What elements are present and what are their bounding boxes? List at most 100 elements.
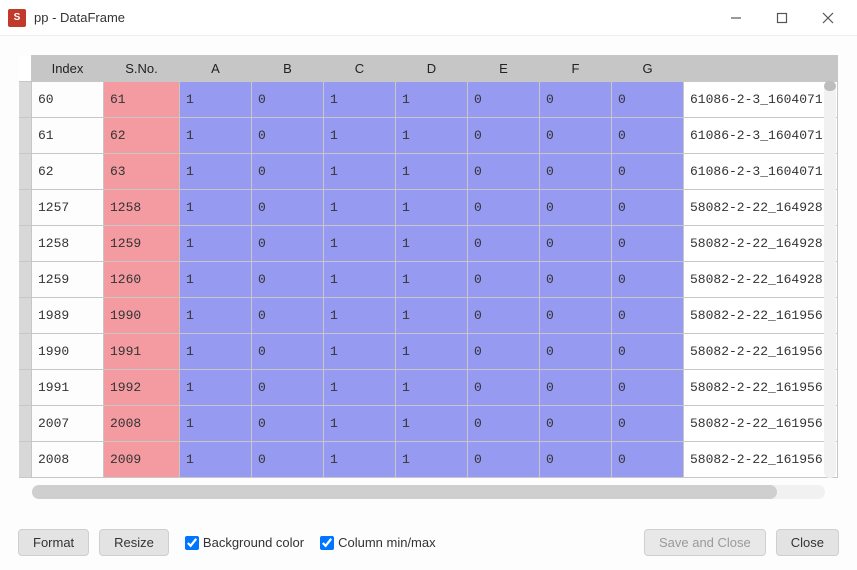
column-minmax-checkbox[interactable]: Column min/max bbox=[320, 535, 436, 550]
close-button[interactable]: Close bbox=[776, 529, 839, 556]
cell[interactable]: 1990 bbox=[32, 334, 104, 370]
table-row[interactable]: 6263101100061086-2-3_1604071 bbox=[19, 154, 838, 190]
cell[interactable]: 0 bbox=[612, 226, 684, 262]
table-row[interactable]: 12591260101100058082-2-22_164928 bbox=[19, 262, 838, 298]
cell[interactable]: 0 bbox=[468, 406, 540, 442]
column-header[interactable]: B bbox=[252, 56, 324, 82]
cell[interactable]: 0 bbox=[468, 82, 540, 118]
cell[interactable]: 1259 bbox=[104, 226, 180, 262]
cell[interactable]: 0 bbox=[468, 298, 540, 334]
cell[interactable]: 0 bbox=[540, 226, 612, 262]
cell[interactable]: 58082-2-22_164928 bbox=[684, 190, 838, 226]
cell[interactable]: 0 bbox=[468, 226, 540, 262]
cell[interactable]: 61086-2-3_1604071 bbox=[684, 118, 838, 154]
cell[interactable]: 1 bbox=[324, 226, 396, 262]
vertical-scrollbar[interactable] bbox=[822, 55, 838, 478]
cell[interactable]: 1 bbox=[396, 154, 468, 190]
cell[interactable]: 1 bbox=[180, 370, 252, 406]
cell[interactable]: 1 bbox=[180, 82, 252, 118]
cell[interactable]: 1 bbox=[324, 334, 396, 370]
cell[interactable]: 1 bbox=[180, 334, 252, 370]
cell[interactable]: 0 bbox=[252, 190, 324, 226]
table-row[interactable]: 20082009101100058082-2-22_161956 bbox=[19, 442, 838, 478]
cell[interactable]: 1 bbox=[324, 118, 396, 154]
resize-button[interactable]: Resize bbox=[99, 529, 169, 556]
cell[interactable]: 0 bbox=[612, 118, 684, 154]
cell[interactable]: 1 bbox=[180, 154, 252, 190]
cell[interactable]: 1 bbox=[396, 298, 468, 334]
cell[interactable]: 2007 bbox=[32, 406, 104, 442]
column-header[interactable] bbox=[684, 56, 838, 82]
cell[interactable]: 0 bbox=[468, 118, 540, 154]
maximize-button[interactable] bbox=[759, 0, 805, 36]
cell[interactable]: 0 bbox=[612, 406, 684, 442]
cell[interactable]: 1991 bbox=[104, 334, 180, 370]
cell[interactable]: 58082-2-22_161956 bbox=[684, 406, 838, 442]
cell[interactable]: 0 bbox=[468, 334, 540, 370]
cell[interactable]: 1260 bbox=[104, 262, 180, 298]
cell[interactable]: 58082-2-22_161956 bbox=[684, 370, 838, 406]
cell[interactable]: 0 bbox=[540, 334, 612, 370]
table-row[interactable]: 19901991101100058082-2-22_161956 bbox=[19, 334, 838, 370]
cell[interactable]: 0 bbox=[612, 298, 684, 334]
cell[interactable]: 0 bbox=[252, 226, 324, 262]
cell[interactable]: 1 bbox=[396, 334, 468, 370]
cell[interactable]: 0 bbox=[540, 154, 612, 190]
cell[interactable]: 1991 bbox=[32, 370, 104, 406]
cell[interactable]: 2008 bbox=[104, 406, 180, 442]
cell[interactable]: 0 bbox=[612, 262, 684, 298]
cell[interactable]: 60 bbox=[32, 82, 104, 118]
cell[interactable]: 61086-2-3_1604071 bbox=[684, 82, 838, 118]
horizontal-scrollbar[interactable] bbox=[32, 485, 825, 499]
cell[interactable]: 1 bbox=[180, 118, 252, 154]
cell[interactable]: 61 bbox=[104, 82, 180, 118]
cell[interactable]: 1 bbox=[324, 82, 396, 118]
column-header[interactable]: G bbox=[612, 56, 684, 82]
cell[interactable]: 0 bbox=[468, 442, 540, 478]
cell[interactable]: 63 bbox=[104, 154, 180, 190]
table-row[interactable]: 12571258101100058082-2-22_164928 bbox=[19, 190, 838, 226]
cell[interactable]: 1 bbox=[180, 442, 252, 478]
cell[interactable]: 0 bbox=[252, 406, 324, 442]
cell[interactable]: 1 bbox=[396, 226, 468, 262]
cell[interactable]: 58082-2-22_161956 bbox=[684, 334, 838, 370]
column-header[interactable]: S.No. bbox=[104, 56, 180, 82]
cell[interactable]: 2008 bbox=[32, 442, 104, 478]
cell[interactable]: 0 bbox=[252, 298, 324, 334]
cell[interactable]: 0 bbox=[252, 154, 324, 190]
column-header[interactable]: C bbox=[324, 56, 396, 82]
cell[interactable]: 0 bbox=[540, 190, 612, 226]
cell[interactable]: 1 bbox=[324, 406, 396, 442]
dataframe-grid[interactable]: IndexS.No.ABCDEFG 6061101100061086-2-3_1… bbox=[18, 54, 839, 479]
cell[interactable]: 1 bbox=[396, 262, 468, 298]
cell[interactable]: 0 bbox=[252, 118, 324, 154]
cell[interactable]: 1258 bbox=[104, 190, 180, 226]
cell[interactable]: 0 bbox=[540, 262, 612, 298]
cell[interactable]: 1989 bbox=[32, 298, 104, 334]
save-and-close-button[interactable]: Save and Close bbox=[644, 529, 766, 556]
cell[interactable]: 1 bbox=[180, 190, 252, 226]
close-window-button[interactable] bbox=[805, 0, 851, 36]
cell[interactable]: 1 bbox=[324, 262, 396, 298]
minimize-button[interactable] bbox=[713, 0, 759, 36]
cell[interactable]: 62 bbox=[32, 154, 104, 190]
cell[interactable]: 1990 bbox=[104, 298, 180, 334]
cell[interactable]: 0 bbox=[540, 298, 612, 334]
column-header[interactable]: Index bbox=[32, 56, 104, 82]
cell[interactable]: 2009 bbox=[104, 442, 180, 478]
cell[interactable]: 0 bbox=[540, 82, 612, 118]
cell[interactable]: 0 bbox=[540, 442, 612, 478]
column-header[interactable]: E bbox=[468, 56, 540, 82]
cell[interactable]: 0 bbox=[468, 370, 540, 406]
cell[interactable]: 0 bbox=[252, 370, 324, 406]
cell[interactable]: 0 bbox=[252, 442, 324, 478]
cell[interactable]: 1 bbox=[180, 406, 252, 442]
table-row[interactable]: 6162101100061086-2-3_1604071 bbox=[19, 118, 838, 154]
cell[interactable]: 0 bbox=[252, 334, 324, 370]
cell[interactable]: 0 bbox=[540, 118, 612, 154]
cell[interactable]: 0 bbox=[540, 370, 612, 406]
cell[interactable]: 1 bbox=[396, 190, 468, 226]
cell[interactable]: 58082-2-22_161956 bbox=[684, 442, 838, 478]
column-header[interactable]: F bbox=[540, 56, 612, 82]
table-row[interactable]: 19891990101100058082-2-22_161956 bbox=[19, 298, 838, 334]
